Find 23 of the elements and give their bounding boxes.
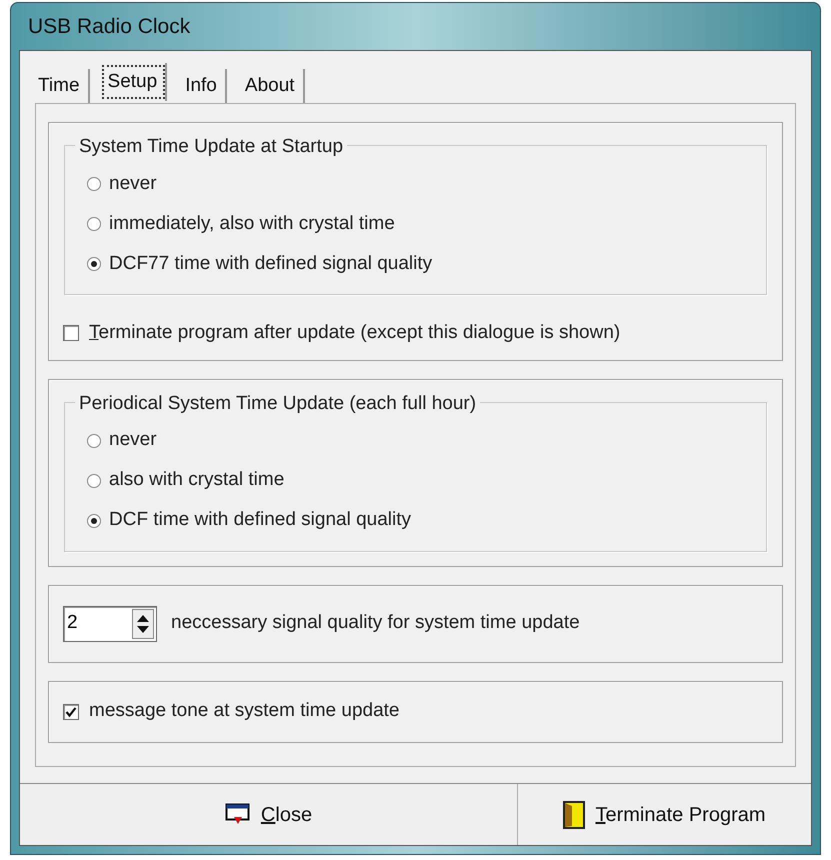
checkbox[interactable] bbox=[63, 325, 79, 342]
spin-value: 2 bbox=[66, 611, 79, 636]
spin-box[interactable]: 2 bbox=[63, 606, 157, 642]
checkbox[interactable] bbox=[63, 704, 79, 720]
radio-label: never bbox=[109, 428, 157, 452]
radio-label: DCF77 time with defined signal quality bbox=[109, 252, 432, 276]
checkbox-label: message tone at system time update bbox=[89, 699, 400, 724]
radio-button[interactable] bbox=[87, 217, 101, 231]
door-icon bbox=[563, 800, 586, 828]
spin-arrows-icon[interactable] bbox=[132, 608, 154, 638]
window-title: USB Radio Clock bbox=[28, 14, 190, 40]
radio-label: DCF time with defined signal quality bbox=[109, 508, 412, 532]
radio-button[interactable] bbox=[87, 474, 101, 488]
radio-label: also with crystal time bbox=[109, 468, 284, 492]
radio-button[interactable] bbox=[87, 514, 101, 528]
radio-button[interactable] bbox=[87, 434, 101, 448]
checkbox-label: Terminate program after update (except this dialogue is shown) bbox=[89, 321, 620, 345]
spin-label: neccessary signal quality for system time update bbox=[171, 611, 580, 636]
radio-label: immediately, also with crystal time bbox=[109, 212, 395, 236]
tab[interactable]: Setup bbox=[100, 63, 168, 101]
radio-button[interactable] bbox=[87, 177, 101, 191]
radio-label: never bbox=[109, 172, 157, 196]
radio-button[interactable] bbox=[87, 257, 101, 271]
